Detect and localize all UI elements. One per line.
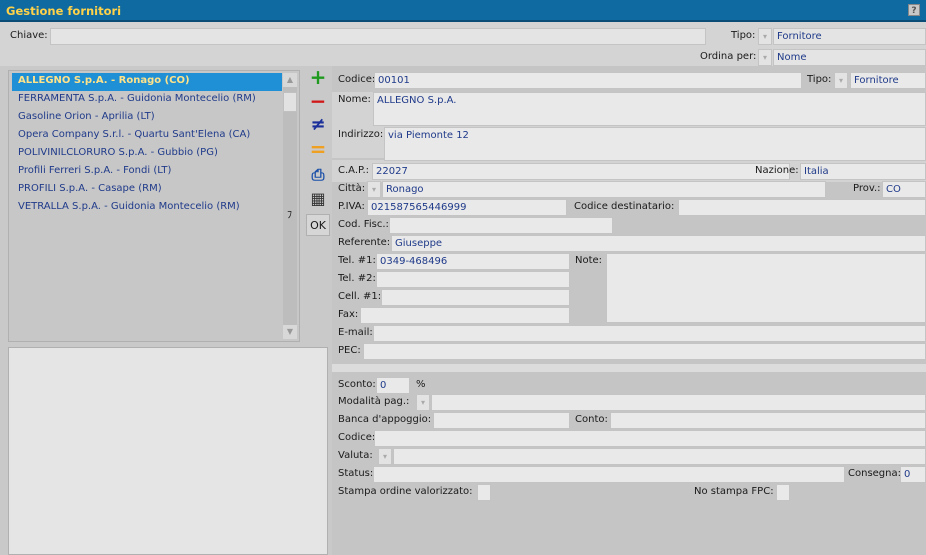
currency-label: Valuta:: [338, 450, 373, 461]
remove-icon[interactable]: −: [306, 90, 330, 112]
not-equal-icon[interactable]: ≠: [306, 114, 330, 136]
zip-label: C.A.P.:: [338, 165, 370, 176]
phone1-field[interactable]: 0349-468496: [376, 253, 570, 270]
address-field[interactable]: via Piemonte 12: [384, 127, 926, 161]
name-field[interactable]: ALLEGNO S.p.A.: [373, 92, 926, 126]
phone2-label: Tel. #2:: [338, 273, 376, 284]
search-input[interactable]: [50, 28, 706, 45]
equal-icon[interactable]: =: [306, 138, 330, 160]
currency-field[interactable]: [393, 448, 926, 465]
print-icon[interactable]: ⎙: [306, 164, 330, 186]
vat-field[interactable]: 021587565446999: [367, 199, 567, 216]
city-dropdown-icon[interactable]: ▾: [367, 181, 381, 198]
list-item[interactable]: ALLEGNO S.p.A. - Ronago (CO): [12, 73, 282, 91]
print-valued-order-checkbox[interactable]: [477, 484, 491, 501]
account-label: Conto:: [575, 414, 608, 425]
supplier-type-select[interactable]: Fornitore: [850, 72, 926, 89]
phone2-field[interactable]: [376, 271, 570, 288]
notes-field[interactable]: [606, 253, 926, 323]
discount-label: Sconto:: [338, 379, 376, 390]
table-icon[interactable]: ▦: [306, 188, 330, 210]
supplier-type-label: Tipo:: [807, 74, 832, 85]
province-field[interactable]: CO: [882, 181, 926, 198]
list-item[interactable]: Opera Company S.r.l. - Quartu Sant'Elena…: [12, 127, 282, 145]
country-label: Nazione:: [755, 165, 799, 176]
fax-label: Fax:: [338, 309, 359, 320]
zip-field[interactable]: 22027: [372, 163, 790, 180]
city-label: Città:: [338, 183, 366, 194]
type-filter-select[interactable]: Fornitore: [773, 28, 926, 45]
city-field[interactable]: Ronago: [382, 181, 826, 198]
pec-label: PEC:: [338, 345, 361, 356]
scroll-down-icon[interactable]: ▼: [283, 325, 297, 339]
pec-field[interactable]: [363, 343, 926, 360]
payment-method-field[interactable]: [431, 394, 926, 411]
sort-dropdown-icon[interactable]: ▾: [758, 49, 772, 66]
bank-code-label: Codice:: [338, 432, 376, 443]
status-label: Status:: [338, 468, 374, 479]
country-field[interactable]: Italia: [800, 163, 926, 180]
name-label: Nome:: [338, 94, 371, 105]
no-print-fpc-checkbox[interactable]: [776, 484, 790, 501]
delivery-field[interactable]: 0: [900, 466, 926, 483]
address-label: Indirizzo:: [338, 129, 384, 140]
discount-field[interactable]: 0: [376, 377, 410, 394]
account-field[interactable]: [610, 412, 926, 429]
print-valued-order-label: Stampa ordine valorizzato:: [338, 486, 473, 497]
search-label: Chiave:: [10, 30, 48, 41]
preview-panel: [8, 347, 328, 555]
list-item[interactable]: VETRALLA S.p.A. - Guidonia Montecelio (R…: [12, 199, 282, 217]
list-item[interactable]: Gasoline Orion - Aprilia (LT): [12, 109, 282, 127]
mobile-label: Cell. #1:: [338, 291, 382, 302]
code-field[interactable]: 00101: [374, 72, 802, 89]
sort-label: Ordina per:: [700, 51, 757, 62]
contact-person-field[interactable]: Giuseppe: [391, 235, 926, 252]
supplier-list: ALLEGNO S.p.A. - Ronago (CO) FERRAMENTA …: [8, 70, 300, 342]
currency-dropdown-icon[interactable]: ▾: [378, 448, 392, 465]
phone1-label: Tel. #1:: [338, 255, 376, 266]
tax-code-label: Cod. Fisc.:: [338, 219, 389, 230]
discount-unit: %: [416, 379, 426, 390]
mobile-field[interactable]: [381, 289, 570, 306]
code-label: Codice:: [338, 74, 376, 85]
scroll-thumb[interactable]: [283, 92, 297, 112]
section-divider: [332, 364, 926, 372]
tax-code-field[interactable]: [389, 217, 613, 234]
delivery-label: Consegna:: [848, 468, 901, 479]
contact-person-label: Referente:: [338, 237, 391, 248]
list-item[interactable]: PROFILI S.p.A. - Casape (RM): [12, 181, 282, 199]
province-label: Prov.:: [853, 183, 881, 194]
supplier-type-dropdown-icon[interactable]: ▾: [834, 72, 848, 89]
bank-code-field[interactable]: [374, 430, 926, 447]
type-filter-dropdown-icon[interactable]: ▾: [758, 28, 772, 45]
sort-select[interactable]: Nome: [773, 49, 926, 66]
payment-method-dropdown-icon[interactable]: ▾: [416, 394, 430, 411]
list-item[interactable]: FERRAMENTA S.p.A. - Guidonia Montecelio …: [12, 91, 282, 109]
window-title: Gestione fornitori: [6, 4, 122, 18]
recipient-code-label: Codice destinatario:: [574, 201, 675, 212]
fax-field[interactable]: [360, 307, 570, 324]
list-item[interactable]: Profili Ferreri S.p.A. - Fondi (LT): [12, 163, 282, 181]
recipient-code-field[interactable]: [678, 199, 926, 216]
email-label: E-mail:: [338, 327, 373, 338]
search-bar: Chiave: Tipo: ▾ Fornitore Ordina per: ▾ …: [0, 22, 926, 66]
bank-field[interactable]: [433, 412, 570, 429]
help-button[interactable]: ?: [908, 4, 920, 16]
record-toolbar: + − ≠ = ⎙ ▦ OK: [306, 66, 330, 266]
bank-label: Banca d'appoggio:: [338, 414, 432, 425]
window-title-bar: Gestione fornitori ?: [0, 0, 926, 22]
cursor-marker-icon: ﾌ: [287, 210, 292, 221]
email-field[interactable]: [373, 325, 926, 342]
payment-method-label: Modalità pag.:: [338, 396, 410, 407]
ok-button[interactable]: OK: [306, 214, 330, 236]
add-icon[interactable]: +: [306, 66, 330, 88]
status-field[interactable]: [373, 466, 845, 483]
supplier-detail-form: Codice: 00101 Tipo: ▾ Fornitore Nome: AL…: [332, 66, 926, 555]
list-item[interactable]: POLIVINILCLORURO S.p.A. - Gubbio (PG): [12, 145, 282, 163]
notes-label: Note:: [575, 255, 603, 266]
scroll-up-icon[interactable]: ▲: [283, 73, 297, 87]
vat-label: P.IVA:: [338, 201, 365, 212]
no-print-fpc-label: No stampa FPC:: [694, 486, 774, 497]
type-filter-label: Tipo:: [731, 30, 756, 41]
